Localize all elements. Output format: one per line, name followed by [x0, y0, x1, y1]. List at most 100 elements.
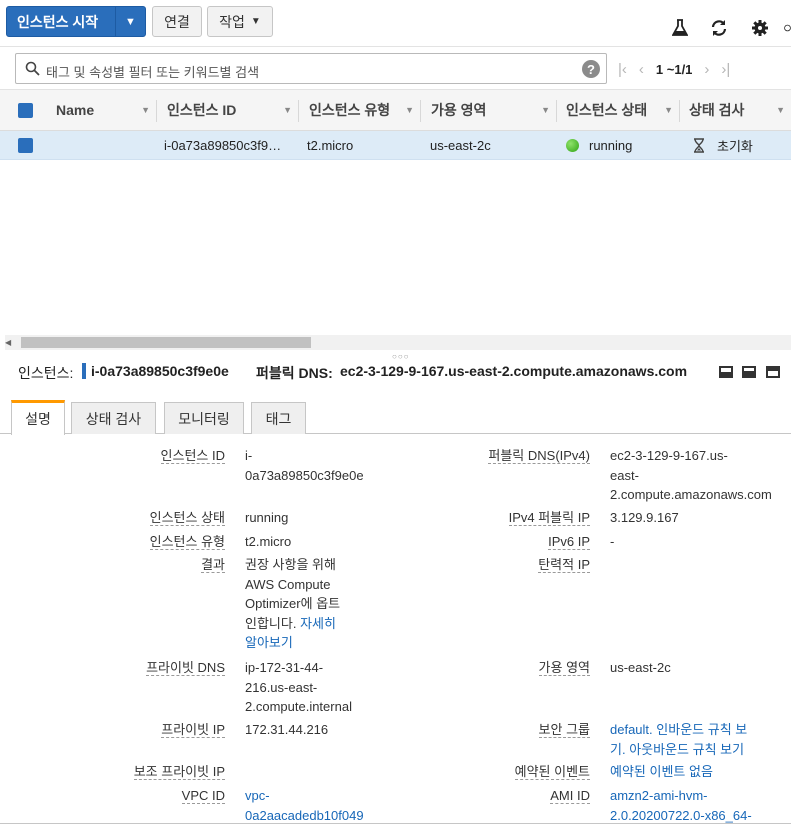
first-page-icon[interactable]: |‹ [618, 61, 627, 78]
prop-label-private-dns: 프라이빗 DNS [146, 660, 225, 676]
connect-button[interactable]: 연결 [152, 6, 202, 37]
prop-label-instance-id: 인스턴스 ID [160, 448, 225, 464]
inbound-rules-link[interactable]: 인바운드 규칙 보 [656, 722, 747, 737]
prop-value-availability-zone: us-east-2c [610, 660, 671, 675]
pane-split-icon[interactable] [742, 366, 756, 378]
select-all-checkbox[interactable] [18, 103, 33, 118]
prop-value-private-ip: 172.31.44.216 [245, 722, 329, 737]
chevron-down-icon: ▼ [250, 16, 261, 27]
prop-label-ami-id: AMI ID [550, 788, 590, 804]
prop-value-public-dns: ec2-3-129-9-167.us-east- 2.compute.amazon… [610, 448, 772, 502]
prop-value-private-dns: ip-172-31-44- 216.us-east- 2.compute.inter… [245, 660, 352, 714]
detail-header: 인스턴스: i-0a73a89850c3f9e0e 퍼블릭 DNS: ec2-3… [0, 356, 791, 386]
prop-value-ipv6-ip: - [610, 534, 615, 549]
search-icon [25, 61, 40, 79]
hourglass-icon [693, 138, 705, 153]
learn-more-link-cont[interactable]: 알아보기 [245, 633, 340, 653]
prop-value-instance-id: i- 0a73a89850c3f9e0e [245, 448, 364, 483]
instance-marker [82, 363, 86, 379]
prop-value-security-groups[interactable]: default. 인바운드 규칙 보 기. 아웃바운드 규칙 보기 [610, 720, 747, 759]
column-header-label: 가용 영역 [431, 102, 487, 118]
public-dns-label: 퍼블릭 DNS: [256, 365, 333, 381]
tab-description[interactable]: 설명 [11, 400, 65, 435]
public-dns-value: ec2-3-129-9-167.us-east-2.compute.amazon… [340, 363, 688, 379]
pane-bottom-icon[interactable] [719, 366, 733, 378]
prop-label-availability-zone: 가용 영역 [538, 660, 590, 676]
sort-icon: ▼ [541, 105, 550, 115]
column-header-instance-type[interactable]: 인스턴스 유형 ▼ [298, 90, 420, 130]
actions-label: 작업 [219, 13, 245, 30]
prop-label-vpc-id: VPC ID [181, 788, 225, 804]
cell-instance-id: i-0a73a89850c3f9… [164, 138, 282, 153]
security-group-link[interactable]: default. [610, 722, 653, 737]
horizontal-scrollbar[interactable]: ◀ [5, 335, 791, 350]
prop-value-findings: 권장 사항을 위해 AWS Compute Optimizer에 옵트 인합니다… [245, 555, 340, 653]
flask-icon[interactable] [670, 18, 690, 38]
sort-icon: ▼ [405, 105, 414, 115]
running-status-icon [566, 139, 579, 152]
search-placeholder: 태그 및 속성별 필터 또는 키워드별 검색 [46, 65, 260, 80]
instance-label: 인스턴스: [18, 365, 74, 381]
prop-label-instance-type: 인스턴스 유형 [149, 534, 225, 550]
prop-value-vpc-id[interactable]: vpc- 0a2aacadedb10f049 [245, 786, 364, 825]
column-header-label: Name [56, 102, 95, 118]
launch-instance-button[interactable]: 인스턴스 시작 ▼ [6, 6, 146, 37]
sort-icon: ▼ [283, 105, 292, 115]
refresh-icon[interactable] [709, 18, 729, 38]
cell-instance-state: running [566, 131, 632, 160]
search-input[interactable]: 태그 및 속성별 필터 또는 키워드별 검색 ? [15, 53, 607, 84]
prop-value-scheduled-events[interactable]: 예약된 이벤트 없음 [610, 762, 713, 782]
column-header-name[interactable]: Name ▼ [43, 90, 156, 130]
prop-value-ipv4-public-ip: 3.129.9.167 [610, 510, 679, 525]
sort-icon: ▼ [141, 105, 150, 115]
scroll-left-icon[interactable]: ◀ [5, 338, 11, 347]
sort-icon: ▼ [776, 105, 785, 115]
cell-status-check: 초기화 [693, 131, 753, 160]
detail-tabs: 설명 상태 검사 모니터링 태그 [0, 400, 791, 435]
tab-monitoring[interactable]: 모니터링 [164, 402, 244, 434]
prop-label-private-ip: 프라이빗 IP [161, 722, 225, 738]
column-header-availability-zone[interactable]: 가용 영역 ▼ [420, 90, 556, 130]
launch-dropdown-caret-icon[interactable]: ▼ [116, 16, 145, 28]
outbound-rules-link[interactable]: 아웃바운드 규칙 보기 [629, 742, 744, 757]
gear-icon[interactable] [750, 18, 770, 38]
status-check-text: 초기화 [717, 139, 753, 154]
column-header-instance-state[interactable]: 인스턴스 상태 ▼ [556, 90, 679, 130]
state-text: running [589, 138, 633, 153]
row-checkbox[interactable] [18, 138, 33, 153]
prop-label-security-groups: 보안 그룹 [538, 722, 590, 738]
table-row[interactable]: i-0a73a89850c3f9… t2.micro us-east-2c ru… [0, 131, 791, 160]
tab-status-check[interactable]: 상태 검사 [71, 402, 156, 434]
pane-top-icon[interactable] [766, 366, 780, 378]
column-header-status-check[interactable]: 상태 검사 ▼ [679, 90, 791, 130]
prop-label-ipv6-ip: IPv6 IP [548, 534, 590, 550]
column-header-instance-id[interactable]: 인스턴스 ID ▼ [156, 90, 298, 130]
next-page-icon[interactable]: › [704, 61, 709, 78]
prop-value-instance-type: t2.micro [245, 534, 292, 549]
learn-more-link[interactable]: 자세히 [300, 616, 336, 631]
prev-page-icon[interactable]: ‹ [639, 61, 644, 78]
instance-id-value: i-0a73a89850c3f9e0e [91, 363, 229, 379]
last-page-icon[interactable]: ›| [721, 61, 730, 78]
prop-label-secondary-private-ip: 보조 프라이빗 IP [133, 764, 225, 780]
prop-label-findings: 결과 [201, 557, 225, 573]
scrollbar-thumb[interactable] [21, 337, 311, 348]
prop-value-ami-id[interactable]: amzn2-ami-hvm- 2.0.20200722.0-x86_64- [610, 786, 752, 825]
top-toolbar: 인스턴스 시작 ▼ 연결 작업 ▼ [0, 0, 791, 46]
table-header: Name ▼ 인스턴스 ID ▼ 인스턴스 유형 ▼ 가용 영역 ▼ 인스턴스 상태 ▼ … [0, 89, 791, 131]
actions-button[interactable]: 작업 ▼ [207, 6, 273, 37]
prop-label-instance-state: 인스턴스 상태 [149, 510, 225, 526]
column-header-label: 상태 검사 [689, 102, 745, 118]
prop-value-instance-state: running [245, 510, 289, 525]
column-header-label: 인스턴스 ID [167, 102, 237, 118]
search-help-icon[interactable]: ? [582, 60, 600, 78]
prop-label-elastic-ip: 탄력적 IP [538, 557, 590, 573]
prop-label-ipv4-public-ip: IPv4 퍼블릭 IP [508, 510, 590, 526]
bottom-divider [0, 823, 791, 824]
tab-tags[interactable]: 태그 [251, 402, 306, 434]
column-header-label: 인스턴스 유형 [309, 102, 391, 118]
page-count: 1 ~1/1 [655, 61, 693, 77]
help-icon[interactable] [784, 18, 791, 38]
column-header-label: 인스턴스 상태 [566, 102, 648, 118]
launch-instance-label: 인스턴스 시작 [17, 13, 99, 30]
